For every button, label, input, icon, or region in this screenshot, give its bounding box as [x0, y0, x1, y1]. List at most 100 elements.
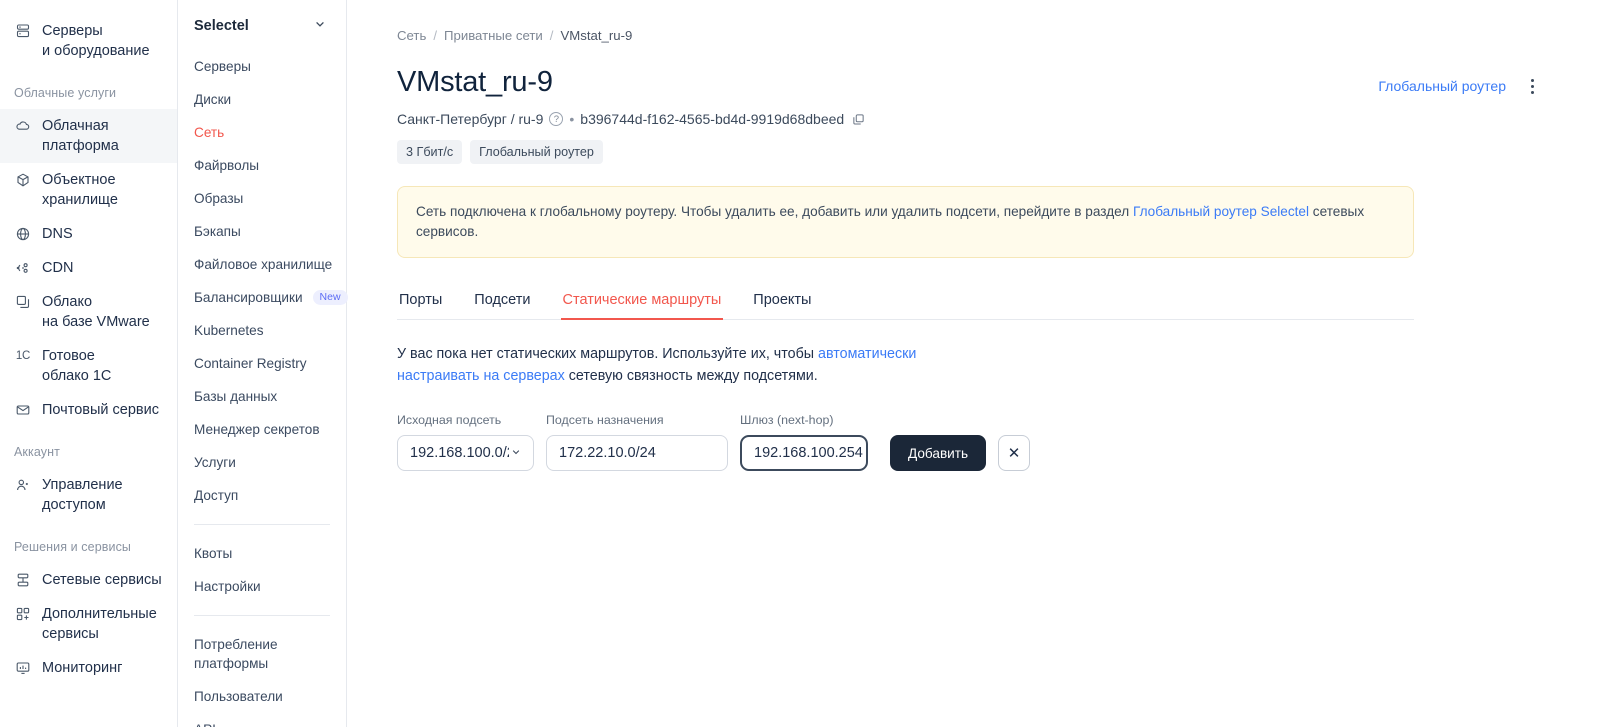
- nav2-item-label: Серверы: [194, 59, 251, 74]
- nav2-item-api[interactable]: API: [178, 713, 346, 727]
- 1c-icon: 1C: [15, 350, 31, 362]
- breadcrumb-item-current: VMstat_ru-9: [560, 28, 633, 43]
- sidebar-item-cloud-1c[interactable]: 1C Готовое облако 1С: [0, 339, 177, 393]
- more-options-icon[interactable]: [1522, 75, 1542, 97]
- page-header: VMstat_ru-9 Глобальный роутер: [397, 65, 1542, 99]
- breadcrumb-item-network[interactable]: Сеть: [397, 28, 426, 43]
- nav2-item-backups[interactable]: Бэкапы: [178, 215, 346, 248]
- gateway-label: Шлюз (next-hop): [740, 413, 834, 427]
- nav2-item-network[interactable]: Сеть: [178, 116, 346, 149]
- nav2-item-databases[interactable]: Базы данных: [178, 380, 346, 413]
- nav2-item-label: Услуги: [194, 455, 236, 470]
- nav2-item-kubernetes[interactable]: Kubernetes: [178, 314, 346, 347]
- sidebar-item-label: Облачная платформа: [42, 118, 119, 154]
- nav2-item-label: Диски: [194, 92, 232, 107]
- field-destination-subnet: Подсеть назначения 172.22.10.0/24: [546, 413, 728, 471]
- sidebar-item-vmware-cloud[interactable]: Облако на базе VMware: [0, 285, 177, 339]
- nav2-item-disks[interactable]: Диски: [178, 83, 346, 116]
- add-route-button[interactable]: Добавить: [890, 435, 987, 471]
- tab-static-routes[interactable]: Статические маршруты: [560, 292, 724, 320]
- source-subnet-value: 192.168.100.0/2: [410, 445, 509, 461]
- mail-icon: [14, 400, 32, 420]
- chevron-down-icon: [314, 18, 326, 34]
- copy-icon[interactable]: [852, 113, 865, 126]
- resource-uuid: b396744d-f162-4565-bd4d-9919d68dbeed: [580, 111, 845, 127]
- help-icon[interactable]: ?: [549, 112, 564, 126]
- nav2-item-secret-manager[interactable]: Менеджер секретов: [178, 413, 346, 446]
- new-badge: New: [312, 289, 348, 306]
- app-root: Серверы и оборудование Облачные услуги О…: [0, 0, 1600, 727]
- meta-bullet: •: [569, 111, 575, 127]
- nav2-item-platform-consumption[interactable]: Потребление платформы: [178, 628, 346, 680]
- sidebar-item-label: Облако на базе VMware: [42, 294, 150, 330]
- tab-ports[interactable]: Порты: [397, 292, 444, 319]
- destination-subnet-value: 172.22.10.0/24: [559, 445, 656, 461]
- sidebar-item-object-storage[interactable]: Объектное хранилище: [0, 163, 177, 217]
- sidebar-item-label: Сетевые сервисы: [42, 572, 162, 588]
- destination-subnet-input[interactable]: 172.22.10.0/24: [546, 435, 728, 471]
- nav2-item-label: Потребление платформы: [194, 637, 278, 671]
- nav2-item-label: Квоты: [194, 546, 233, 561]
- nav2-item-label: Балансировщики: [194, 290, 303, 305]
- sidebar-item-cdn[interactable]: CDN: [0, 251, 177, 285]
- field-source-subnet: Исходная подсеть 192.168.100.0/2: [397, 413, 534, 471]
- tab-bar: Порты Подсети Статические маршруты Проек…: [397, 292, 1414, 320]
- source-subnet-select[interactable]: 192.168.100.0/2: [397, 435, 534, 471]
- nav2-item-file-storage[interactable]: Файловое хранилище: [178, 248, 346, 281]
- gateway-input[interactable]: 192.168.100.254: [740, 435, 868, 471]
- nav2-item-balancers[interactable]: Балансировщики New: [178, 281, 348, 314]
- sidebar-item-network-services[interactable]: Сетевые сервисы: [0, 563, 177, 597]
- servers-icon: [14, 21, 32, 41]
- banner-link-global-router[interactable]: Глобальный роутер Selectel: [1133, 204, 1309, 219]
- breadcrumb-separator: /: [549, 28, 554, 43]
- empty-state-text: У вас пока нет статических маршрутов. Ис…: [397, 343, 997, 387]
- sidebar-item-additional-services[interactable]: Дополнительные сервисы: [0, 597, 177, 651]
- nav2-item-access[interactable]: Доступ: [178, 479, 346, 512]
- network-icon: [14, 570, 32, 590]
- sidebar-item-servers[interactable]: Серверы и оборудование: [0, 14, 177, 68]
- nav2-item-servers[interactable]: Серверы: [178, 50, 346, 83]
- nav2-item-users[interactable]: Пользователи: [178, 680, 346, 713]
- breadcrumb-item-private-networks[interactable]: Приватные сети: [444, 28, 543, 43]
- breadcrumb: Сеть / Приватные сети / VMstat_ru-9: [397, 28, 1542, 43]
- source-subnet-label: Исходная подсеть: [397, 413, 502, 427]
- field-gateway: Шлюз (next-hop) 192.168.100.254: [740, 413, 868, 471]
- destination-subnet-label: Подсеть назначения: [546, 413, 664, 427]
- sidebar-item-monitoring[interactable]: Мониторинг: [0, 651, 177, 685]
- project-selector[interactable]: Selectel: [178, 0, 346, 50]
- global-router-link[interactable]: Глобальный роутер: [1378, 78, 1506, 94]
- resource-tags: 3 Гбит/с Глобальный роутер: [397, 140, 1542, 164]
- sidebar-item-mail-service[interactable]: Почтовый сервис: [0, 393, 177, 427]
- static-route-form: Исходная подсеть 192.168.100.0/2 Подсеть…: [397, 413, 1542, 471]
- globe-icon: [14, 224, 32, 244]
- cdn-icon: [14, 258, 32, 278]
- sidebar-item-access-management[interactable]: Управление доступом: [0, 468, 177, 522]
- nav2-item-label: Бэкапы: [194, 224, 241, 239]
- sidebar-item-dns[interactable]: DNS: [0, 217, 177, 251]
- sidebar-item-label: Управление доступом: [42, 477, 123, 513]
- sidebar-group-label-cloud: Облачные услуги: [14, 86, 117, 100]
- nav2-item-container-registry[interactable]: Container Registry: [178, 347, 346, 380]
- apps-plus-icon: [14, 604, 32, 624]
- nav2-item-firewalls[interactable]: Файрволы: [178, 149, 346, 182]
- nav2-item-images[interactable]: Образы: [178, 182, 346, 215]
- sidebar-item-label: Готовое облако 1С: [42, 348, 112, 384]
- tab-projects[interactable]: Проекты: [751, 292, 813, 319]
- nav2-item-services[interactable]: Услуги: [178, 446, 346, 479]
- tab-subnets[interactable]: Подсети: [472, 292, 532, 319]
- nav2-item-label: Пользователи: [194, 689, 283, 704]
- close-icon: ✕: [1007, 445, 1021, 462]
- tag-bandwidth: 3 Гбит/с: [397, 140, 463, 164]
- nav2-item-settings[interactable]: Настройки: [178, 570, 346, 603]
- nav2-item-label: Файловое хранилище: [194, 257, 333, 272]
- layers-icon: [14, 292, 32, 312]
- nav2-item-label: Файрволы: [194, 158, 260, 173]
- banner-text-before: Сеть подключена к глобальному роутеру. Ч…: [416, 204, 1133, 219]
- nav2-item-label: Менеджер секретов: [194, 422, 320, 437]
- cancel-route-button[interactable]: ✕: [998, 435, 1031, 471]
- sidebar-item-cloud-platform[interactable]: Облачная платформа: [0, 109, 177, 163]
- nav2-item-label: Образы: [194, 191, 244, 206]
- tag-global-router: Глобальный роутер: [470, 140, 603, 164]
- nav2-item-quotas[interactable]: Квоты: [178, 537, 346, 570]
- sidebar-item-label: Почтовый сервис: [42, 402, 159, 418]
